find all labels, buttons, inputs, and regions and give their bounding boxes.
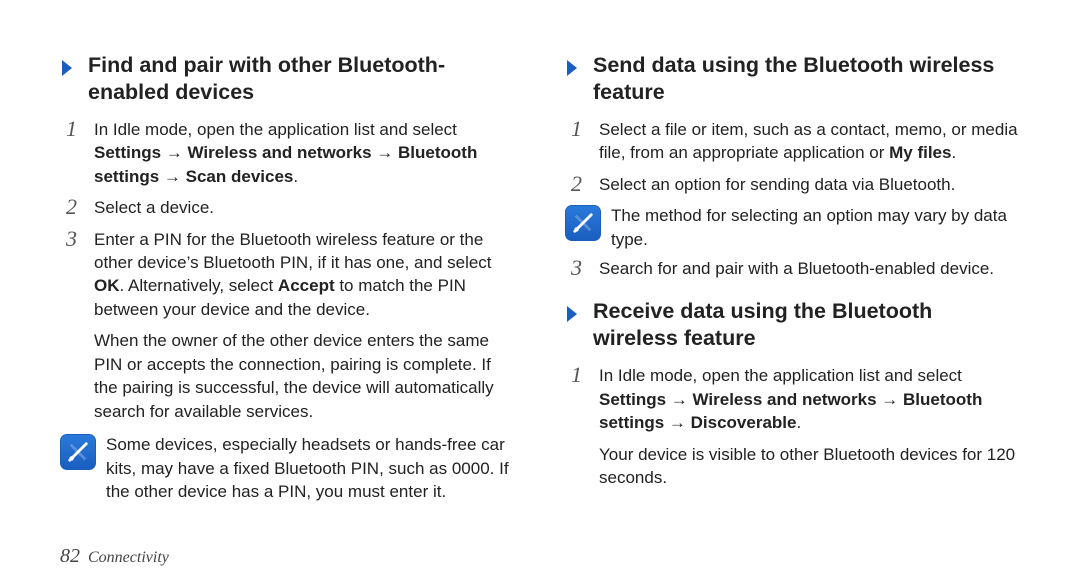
step-2: Select an option for sending data via Bl… [593,173,1020,196]
note-text: Some devices, especially headsets or han… [106,433,515,503]
footer-section: Connectivity [88,549,169,567]
heading-send: Send data using the Bluetooth wireless f… [565,52,1020,106]
body-text: Select a device. [94,198,214,217]
bold-text: Settings → Wireless and networks → Bluet… [94,143,477,185]
chevron-icon [565,58,583,80]
body-text: Search for and pair with a Bluetooth-ena… [599,259,994,278]
bold-text: Settings → Wireless and networks → Bluet… [599,390,982,432]
chevron-icon [565,304,583,326]
step-3: Enter a PIN for the Bluetooth wireless f… [88,228,515,322]
heading-text: Send data using the Bluetooth wireless f… [593,52,1020,106]
body-text: In Idle mode, open the application list … [599,366,962,385]
step-1: In Idle mode, open the application list … [593,364,1020,434]
step-3: Search for and pair with a Bluetooth-ena… [593,257,1020,280]
body-text: . [951,143,956,162]
step-1: In Idle mode, open the application list … [88,118,515,188]
steps-list: In Idle mode, open the application list … [60,118,515,322]
note-text: The method for selecting an option may v… [611,204,1020,251]
left-column: Find and pair with other Bluetooth-enabl… [60,48,515,510]
info-icon [60,434,96,470]
columns: Find and pair with other Bluetooth-enabl… [60,48,1020,510]
info-icon [565,205,601,241]
steps-list: In Idle mode, open the application list … [565,364,1020,434]
heading-find-pair: Find and pair with other Bluetooth-enabl… [60,52,515,106]
bold-text: Accept [278,276,335,295]
chevron-icon [60,58,78,80]
page-number: 82 [60,545,80,568]
body-text: Select an option for sending data via Bl… [599,175,955,194]
steps-list: Select a file or item, such as a contact… [565,118,1020,196]
step-1: Select a file or item, such as a contact… [593,118,1020,165]
manual-page: Find and pair with other Bluetooth-enabl… [0,0,1080,586]
body-text: . Alternatively, select [120,276,278,295]
steps-list-cont: Search for and pair with a Bluetooth-ena… [565,257,1020,280]
step-2: Select a device. [88,196,515,219]
bold-text: My files [889,143,951,162]
body-text: Enter a PIN for the Bluetooth wireless f… [94,230,492,272]
body-text: When the owner of the other device enter… [94,331,494,420]
body-text: In Idle mode, open the application list … [94,120,457,139]
heading-text: Receive data using the Bluetooth wireles… [593,298,1020,352]
bold-text: OK [94,276,120,295]
page-footer: 82 Connectivity [60,545,169,568]
heading-text: Find and pair with other Bluetooth-enabl… [88,52,515,106]
step-3-continuation: When the owner of the other device enter… [60,329,515,423]
body-text: . [796,413,801,432]
step-1-continuation: Your device is visible to other Bluetoot… [565,443,1020,490]
body-text: Your device is visible to other Bluetoot… [599,445,1015,487]
body-text: . [293,167,298,186]
note-block: Some devices, especially headsets or han… [60,433,515,503]
heading-receive: Receive data using the Bluetooth wireles… [565,298,1020,352]
note-block: The method for selecting an option may v… [565,204,1020,251]
right-column: Send data using the Bluetooth wireless f… [565,48,1020,510]
